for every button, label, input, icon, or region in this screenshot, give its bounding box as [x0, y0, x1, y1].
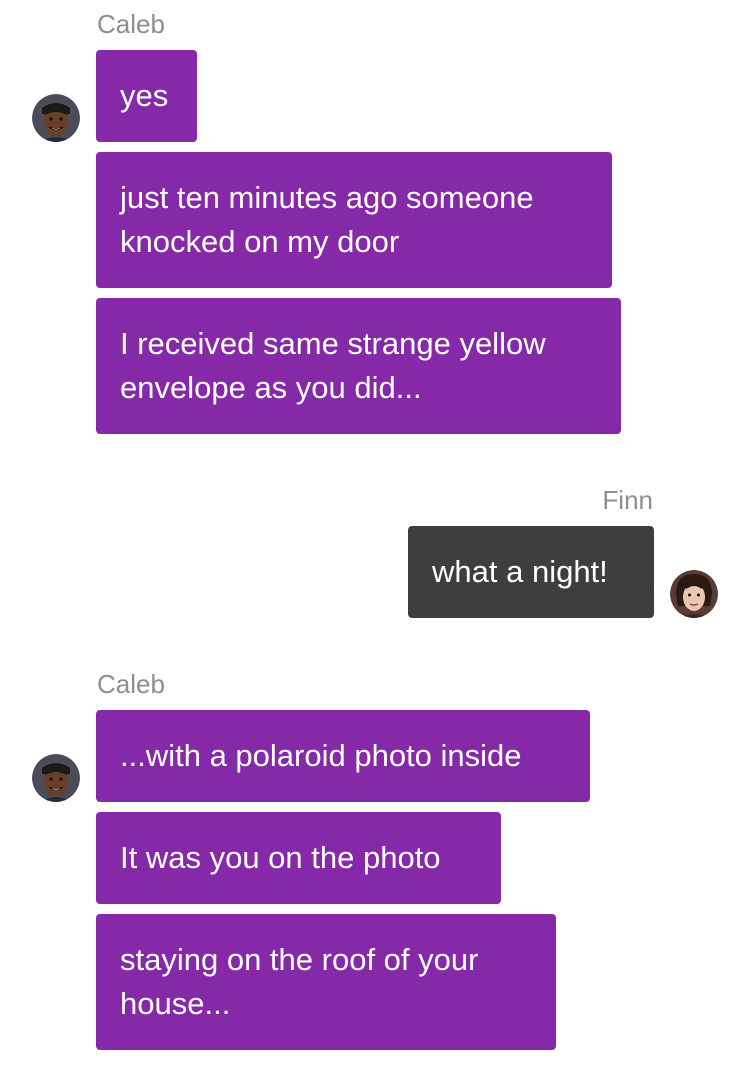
message-bubble[interactable]: yes: [96, 50, 197, 142]
sender-name-caleb: Caleb: [97, 9, 165, 39]
message-text: just ten minutes ago someone knocked on …: [120, 180, 534, 259]
message-bubble[interactable]: what a night!: [408, 526, 654, 618]
caleb-avatar[interactable]: [32, 94, 80, 142]
caleb-face-icon: [32, 94, 80, 142]
message-bubble[interactable]: It was you on the photo: [96, 812, 501, 904]
sender-name-finn: Finn: [602, 485, 653, 515]
message-bubble[interactable]: ...with a polaroid photo inside: [96, 710, 590, 802]
message-bubble[interactable]: just ten minutes ago someone knocked on …: [96, 152, 612, 288]
caleb-face-icon: [32, 754, 80, 802]
message-bubble[interactable]: staying on the roof of your house...: [96, 914, 556, 1050]
caleb-avatar[interactable]: [32, 754, 80, 802]
message-bubble[interactable]: I received same strange yellow envelope …: [96, 298, 621, 434]
finn-avatar[interactable]: [670, 570, 718, 618]
message-text: staying on the roof of your house...: [120, 942, 479, 1021]
message-text: I received same strange yellow envelope …: [120, 326, 546, 405]
finn-face-icon: [670, 570, 718, 618]
sender-name-caleb: Caleb: [97, 669, 165, 699]
